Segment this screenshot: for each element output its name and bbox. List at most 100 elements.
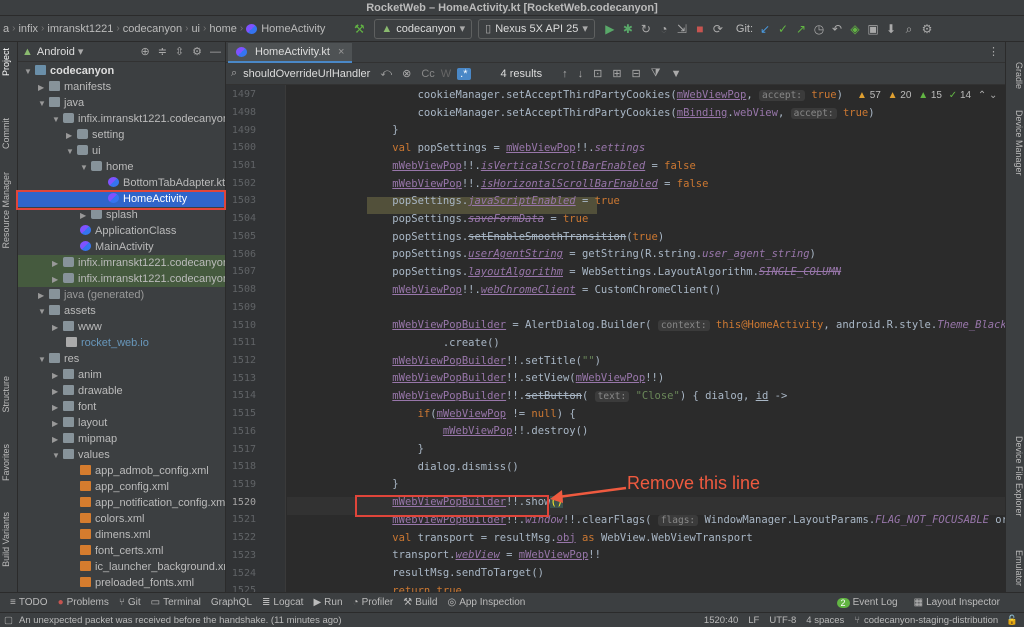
tool-window-gradle[interactable]: Gradle bbox=[1008, 62, 1024, 89]
minimize-icon[interactable]: — bbox=[210, 46, 221, 58]
tree-node[interactable]: ▶ anim bbox=[18, 367, 225, 383]
tool-window-device-manager[interactable]: Device Manager bbox=[1008, 110, 1024, 176]
problems-tab[interactable]: ● Problems bbox=[58, 597, 109, 608]
search-input[interactable]: shouldOverrideUrlHandler bbox=[243, 68, 370, 80]
tool-window-project[interactable]: Project bbox=[1, 48, 17, 76]
gear-icon[interactable]: ⚙ bbox=[192, 45, 202, 58]
tree-node[interactable]: ▶ setting bbox=[18, 127, 225, 143]
breadcrumb-item[interactable]: codecanyon bbox=[120, 23, 185, 35]
profiler-tab[interactable]: ◔ Profiler bbox=[353, 597, 394, 608]
status-message[interactable]: An unexpected packet was received before… bbox=[19, 615, 342, 626]
close-icon[interactable]: × bbox=[338, 43, 344, 61]
tree-node[interactable]: ▼ assets bbox=[18, 303, 225, 319]
indent-setting[interactable]: 4 spaces bbox=[806, 615, 844, 626]
search-everywhere-icon[interactable]: ⌕ bbox=[900, 21, 918, 37]
code-editor[interactable]: cookieManager.setAcceptThirdPartyCookies… bbox=[287, 85, 1005, 592]
more-tabs-icon[interactable]: ⋮ bbox=[988, 45, 999, 58]
tree-node[interactable]: ▼ home bbox=[18, 159, 225, 175]
select-all-occurrences-icon[interactable]: ⊡ bbox=[593, 67, 602, 80]
tree-node[interactable]: BottomTabAdapter.kt bbox=[18, 175, 225, 191]
breadcrumb-item[interactable]: ui bbox=[188, 23, 203, 35]
git-history-icon[interactable]: ◷ bbox=[810, 21, 828, 37]
breadcrumb-item[interactable]: a bbox=[0, 23, 12, 35]
logcat-tab[interactable]: ≣ Logcat bbox=[262, 597, 303, 608]
tree-node[interactable]: ▶ manifests bbox=[18, 79, 225, 95]
tree-node[interactable]: ApplicationClass bbox=[18, 223, 225, 239]
tool-window-emulator[interactable]: Emulator bbox=[1008, 550, 1024, 586]
device-manager-icon[interactable]: ▣ bbox=[864, 21, 882, 37]
lock-icon[interactable]: 🔓 bbox=[1006, 615, 1018, 626]
sdk-manager-icon[interactable]: ⬇ bbox=[882, 21, 900, 37]
tool-window-structure[interactable]: Structure bbox=[1, 376, 17, 413]
collapse-all-icon[interactable]: ≑ bbox=[158, 45, 167, 58]
stop-icon[interactable]: ■ bbox=[691, 21, 709, 37]
apply-changes-icon[interactable]: ↻ bbox=[637, 21, 655, 37]
event-log-tab[interactable]: 2 Event Log bbox=[836, 597, 898, 608]
previous-occurrence-icon[interactable]: ↑ bbox=[562, 68, 568, 80]
tool-window-favorites[interactable]: Favorites bbox=[1, 444, 17, 481]
tree-node[interactable]: ic_launcher_background.xml bbox=[18, 559, 225, 575]
funnel-icon[interactable]: ▼ bbox=[671, 68, 682, 80]
hammer-icon[interactable]: ⚒ bbox=[350, 21, 368, 37]
tree-node[interactable]: ▶ drawable bbox=[18, 383, 225, 399]
search-icon[interactable]: ⌕ bbox=[231, 67, 237, 80]
build-tab[interactable]: ⚒ Build bbox=[403, 597, 437, 608]
breadcrumb-item[interactable]: HomeActivity bbox=[261, 23, 328, 35]
regex-history-icon[interactable]: ⤺ bbox=[380, 67, 392, 80]
layout-inspector-tab[interactable]: ▦ Layout Inspector bbox=[914, 597, 1000, 608]
filter-icon[interactable]: ⧩ bbox=[651, 67, 661, 80]
match-case-icon[interactable]: Cc bbox=[421, 68, 434, 80]
android-device-icon[interactable]: ◈ bbox=[846, 21, 864, 37]
tree-node[interactable]: ▶ www bbox=[18, 319, 225, 335]
caret-position[interactable]: 1520:40 bbox=[704, 615, 738, 626]
tree-node[interactable]: ▼ java bbox=[18, 95, 225, 111]
run-icon[interactable]: ▶ bbox=[601, 21, 619, 37]
tree-node[interactable]: app_config.xml bbox=[18, 479, 225, 495]
tree-node[interactable]: rocket_web.io bbox=[18, 335, 225, 351]
tree-node[interactable]: ▼ res bbox=[18, 351, 225, 367]
remove-occurrence-icon[interactable]: ⊟ bbox=[632, 67, 641, 80]
tree-node[interactable]: ▼ codecanyon bbox=[18, 63, 225, 79]
add-occurrence-icon[interactable]: ⊞ bbox=[612, 67, 621, 80]
line-separator[interactable]: LF bbox=[748, 615, 759, 626]
git-push-icon[interactable]: ↗ bbox=[792, 21, 810, 37]
tree-node[interactable]: ▶ font bbox=[18, 399, 225, 415]
git-update-icon[interactable]: ↙ bbox=[756, 21, 774, 37]
clear-search-icon[interactable]: ⊗ bbox=[402, 67, 411, 80]
graphql-tab[interactable]: GraphQL bbox=[211, 597, 252, 608]
tree-node[interactable]: ▶ infix.imranskt1221.codecanyon bbox=[18, 255, 225, 271]
todo-tab[interactable]: ≡ TODO bbox=[10, 597, 48, 608]
terminal-tab[interactable]: ▭ Terminal bbox=[151, 597, 201, 608]
whole-word-icon[interactable]: W bbox=[441, 68, 451, 80]
git-commit-icon[interactable]: ✓ bbox=[774, 21, 792, 37]
run-tab[interactable]: ▶ Run bbox=[313, 597, 342, 608]
regex-icon[interactable]: .* bbox=[457, 67, 471, 80]
debug-icon[interactable]: ✱ bbox=[619, 21, 637, 37]
tree-node[interactable]: font_certs.xml bbox=[18, 543, 225, 559]
inspection-widget[interactable]: ▲ 57 ▲ 20 ▲ 15 ✓ 14 ⌃ ⌄ bbox=[857, 90, 997, 101]
tree-node[interactable]: ▶ mipmap bbox=[18, 431, 225, 447]
tool-window-commit[interactable]: Commit bbox=[1, 118, 17, 149]
breadcrumb-item[interactable]: home bbox=[206, 23, 240, 35]
tree-node[interactable]: ▶ java (generated) bbox=[18, 287, 225, 303]
tree-node[interactable]: dimens.xml bbox=[18, 527, 225, 543]
device-dropdown[interactable]: ▯ Nexus 5X API 25 ▾ bbox=[478, 18, 595, 39]
editor-tab[interactable]: HomeActivity.kt × bbox=[228, 43, 353, 63]
tree-node[interactable]: app_admob_config.xml bbox=[18, 463, 225, 479]
tree-node[interactable]: ▶ layout bbox=[18, 415, 225, 431]
tree-node[interactable]: MainActivity bbox=[18, 239, 225, 255]
settings-icon[interactable]: ⚙ bbox=[918, 21, 936, 37]
tree-node[interactable]: app_notification_config.xml bbox=[18, 495, 225, 511]
sync-gradle-icon[interactable]: ⟳ bbox=[709, 21, 727, 37]
tree-node[interactable]: preloaded_fonts.xml bbox=[18, 575, 225, 591]
breadcrumb-item[interactable]: imranskt1221 bbox=[44, 23, 116, 35]
git-branch[interactable]: codecanyon-staging-distribution bbox=[864, 615, 998, 626]
tool-window-build-variants[interactable]: Build Variants bbox=[1, 512, 17, 567]
chevron-down-icon[interactable]: ▾ bbox=[78, 45, 84, 58]
attach-debugger-icon[interactable]: ⇲ bbox=[673, 21, 691, 37]
tree-node[interactable]: ▼ values bbox=[18, 447, 225, 463]
locate-file-icon[interactable]: ⊕ bbox=[140, 45, 149, 58]
tree-node[interactable]: ▼ infix.imranskt1221.codecanyon bbox=[18, 111, 225, 127]
tree-node[interactable]: colors.xml bbox=[18, 511, 225, 527]
tree-node[interactable]: ▼ ui bbox=[18, 143, 225, 159]
